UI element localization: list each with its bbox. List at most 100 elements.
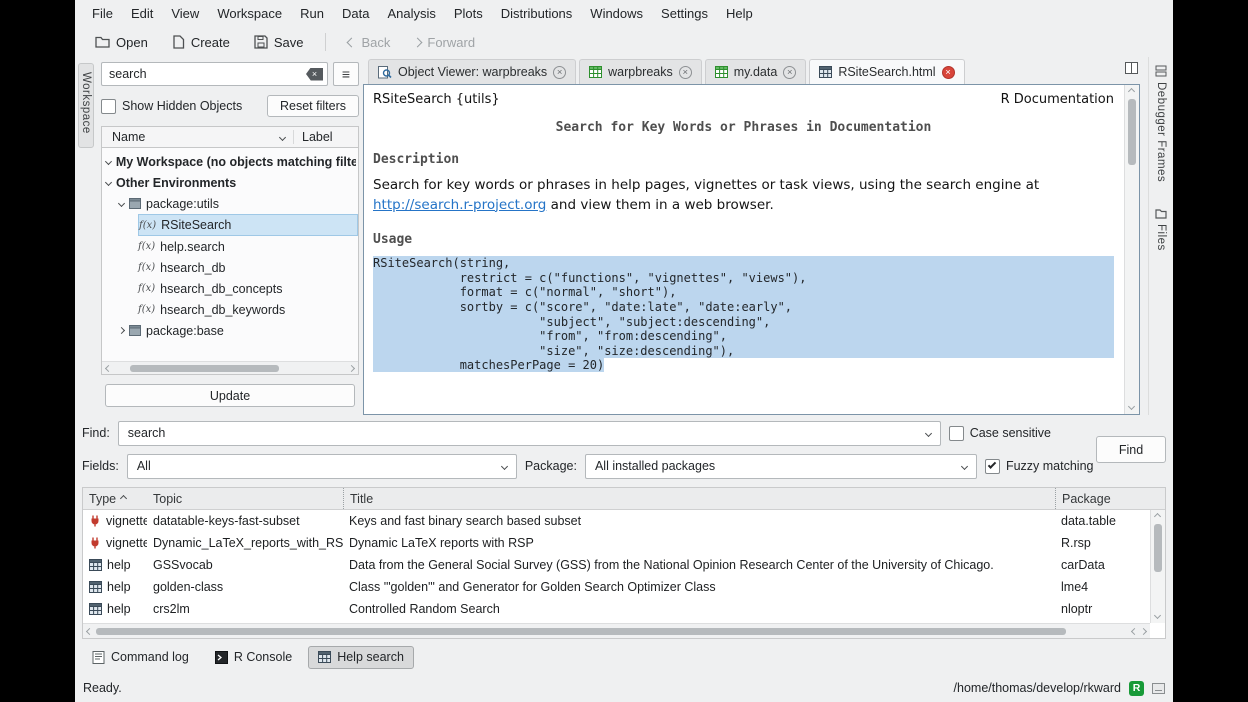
collapse-icon[interactable] bbox=[118, 200, 125, 207]
chevron-down-icon[interactable] bbox=[961, 462, 968, 469]
menu-workspace[interactable]: Workspace bbox=[208, 3, 291, 24]
tab-workspace[interactable]: Workspace bbox=[78, 63, 94, 148]
label-column-header[interactable]: Label bbox=[294, 130, 333, 144]
menu-data[interactable]: Data bbox=[333, 3, 378, 24]
menu-edit[interactable]: Edit bbox=[122, 3, 162, 24]
help-icon bbox=[89, 559, 102, 571]
working-directory-path: /home/thomas/develop/rkward bbox=[954, 681, 1121, 695]
check-icon bbox=[988, 460, 996, 468]
menu-file[interactable]: File bbox=[83, 3, 122, 24]
column-header-package[interactable]: Package bbox=[1055, 488, 1165, 509]
fields-combobox[interactable]: All bbox=[127, 454, 517, 479]
collapse-icon[interactable] bbox=[105, 179, 112, 186]
find-button[interactable]: Find bbox=[1096, 436, 1166, 463]
chevron-down-icon[interactable] bbox=[501, 462, 508, 469]
search-r-project-link[interactable]: http://search.r-project.org bbox=[373, 197, 546, 213]
menu-settings[interactable]: Settings bbox=[652, 3, 717, 24]
tab-rsitesearch-html[interactable]: RSiteSearch.html × bbox=[809, 59, 964, 84]
result-row[interactable]: help GSSvocab Data from the General Soci… bbox=[83, 554, 1150, 576]
back-button[interactable]: Back bbox=[338, 32, 400, 53]
object-search-box[interactable]: × bbox=[101, 62, 328, 86]
menu-windows[interactable]: Windows bbox=[581, 3, 652, 24]
close-tab-icon[interactable]: × bbox=[679, 66, 692, 79]
scrollbar-thumb[interactable] bbox=[130, 365, 278, 372]
close-tab-icon[interactable]: × bbox=[553, 66, 566, 79]
tab-r-console[interactable]: R Console bbox=[205, 646, 302, 669]
tab-warpbreaks[interactable]: warpbreaks × bbox=[579, 59, 702, 84]
forward-button[interactable]: Forward bbox=[404, 32, 485, 53]
results-vertical-scrollbar[interactable] bbox=[1150, 510, 1165, 623]
result-row[interactable]: help golden-class Class '"golden"' and G… bbox=[83, 576, 1150, 598]
column-header-type[interactable]: Type bbox=[83, 488, 147, 509]
find-combobox[interactable] bbox=[118, 421, 941, 446]
tree-item-package-base[interactable]: package:base bbox=[119, 320, 358, 341]
close-tab-icon[interactable]: × bbox=[942, 66, 955, 79]
scroll-down-icon[interactable] bbox=[1154, 612, 1161, 619]
tree-horizontal-scrollbar[interactable] bbox=[102, 361, 358, 374]
scrollbar-thumb[interactable] bbox=[1154, 524, 1162, 572]
menu-distributions[interactable]: Distributions bbox=[492, 3, 582, 24]
menu-help[interactable]: Help bbox=[717, 3, 762, 24]
tree-item-hsearch-db-concepts[interactable]: f(x) hsearch_db_concepts bbox=[138, 278, 358, 299]
case-sensitive-checkbox[interactable]: Case sensitive bbox=[949, 426, 1051, 441]
clear-search-icon[interactable]: × bbox=[306, 68, 323, 81]
expand-icon[interactable] bbox=[118, 327, 125, 334]
open-button[interactable]: Open bbox=[85, 32, 158, 53]
show-hidden-objects-checkbox[interactable]: Show Hidden Objects bbox=[101, 99, 242, 114]
scroll-left-icon[interactable] bbox=[1131, 627, 1138, 634]
statusbar-toggle-icon[interactable] bbox=[1152, 683, 1165, 694]
package-combobox[interactable]: All installed packages bbox=[585, 454, 977, 479]
scroll-left-icon[interactable] bbox=[105, 364, 112, 371]
scrollbar-thumb[interactable] bbox=[1128, 99, 1136, 165]
scroll-up-icon[interactable] bbox=[1154, 513, 1161, 520]
scroll-up-icon[interactable] bbox=[1128, 88, 1135, 95]
reset-filters-button[interactable]: Reset filters bbox=[267, 95, 359, 117]
scrollbar-thumb[interactable] bbox=[96, 628, 1066, 635]
menu-plots[interactable]: Plots bbox=[445, 3, 492, 24]
object-search-input[interactable] bbox=[109, 67, 306, 81]
find-input[interactable] bbox=[128, 426, 916, 440]
tab-help-search[interactable]: Help search bbox=[308, 646, 414, 669]
tree-item-other-environments[interactable]: Other Environments bbox=[106, 172, 358, 193]
split-view-icon[interactable] bbox=[1125, 62, 1138, 74]
scroll-left-icon[interactable] bbox=[86, 627, 93, 634]
document-tabbar: Object Viewer: warpbreaks × warpbreaks ×… bbox=[363, 57, 1140, 84]
left-dock-strip: Workspace bbox=[75, 57, 97, 415]
object-tree: My Workspace (no objects matching filter… bbox=[101, 148, 359, 375]
bottom-dock-strip: Command log R Console Help search bbox=[82, 644, 414, 670]
create-button[interactable]: Create bbox=[162, 32, 240, 53]
tab-command-log[interactable]: Command log bbox=[82, 646, 199, 669]
tree-item-hsearch-db[interactable]: f(x) hsearch_db bbox=[138, 257, 358, 278]
tab-files[interactable]: Files bbox=[1155, 208, 1167, 251]
workspace-tab-label: Workspace bbox=[80, 72, 92, 134]
results-horizontal-scrollbar[interactable] bbox=[83, 623, 1150, 638]
menu-analysis[interactable]: Analysis bbox=[378, 3, 444, 24]
column-header-topic[interactable]: Topic bbox=[147, 488, 343, 509]
chevron-down-icon[interactable] bbox=[925, 429, 932, 436]
save-button[interactable]: Save bbox=[244, 32, 314, 53]
result-row[interactable]: help crs2lm Controlled Random Search nlo… bbox=[83, 598, 1150, 620]
fuzzy-matching-checkbox[interactable]: Fuzzy matching bbox=[985, 459, 1094, 474]
tab-my-data[interactable]: my.data × bbox=[705, 59, 807, 84]
result-row[interactable]: vignette Dynamic_LaTeX_reports_with_RSP … bbox=[83, 532, 1150, 554]
tab-debugger-frames[interactable]: Debugger Frames bbox=[1155, 65, 1167, 182]
close-tab-icon[interactable]: × bbox=[783, 66, 796, 79]
scroll-right-icon[interactable] bbox=[348, 364, 355, 371]
menu-run[interactable]: Run bbox=[291, 3, 333, 24]
document-vertical-scrollbar[interactable] bbox=[1124, 85, 1139, 414]
tree-item-help-search[interactable]: f(x) help.search bbox=[138, 236, 358, 257]
scroll-right-icon[interactable] bbox=[1140, 627, 1147, 634]
tree-item-package-utils[interactable]: package:utils bbox=[119, 193, 358, 214]
tree-item-rsitesearch[interactable]: f(x) RSiteSearch bbox=[138, 214, 358, 236]
menu-view[interactable]: View bbox=[162, 3, 208, 24]
tree-item-my-workspace[interactable]: My Workspace (no objects matching filter… bbox=[106, 151, 358, 172]
tree-item-hsearch-db-keywords[interactable]: f(x) hsearch_db_keywords bbox=[138, 299, 358, 320]
tab-object-viewer-warpbreaks[interactable]: Object Viewer: warpbreaks × bbox=[368, 59, 576, 84]
filter-options-button[interactable]: ≡ bbox=[333, 62, 359, 86]
scroll-down-icon[interactable] bbox=[1128, 403, 1135, 410]
collapse-icon[interactable] bbox=[105, 158, 112, 165]
column-header-title[interactable]: Title bbox=[343, 488, 1055, 509]
update-button[interactable]: Update bbox=[105, 384, 355, 407]
result-row[interactable]: vignette datatable-keys-fast-subset Keys… bbox=[83, 510, 1150, 532]
name-column-header[interactable]: Name bbox=[102, 130, 294, 144]
